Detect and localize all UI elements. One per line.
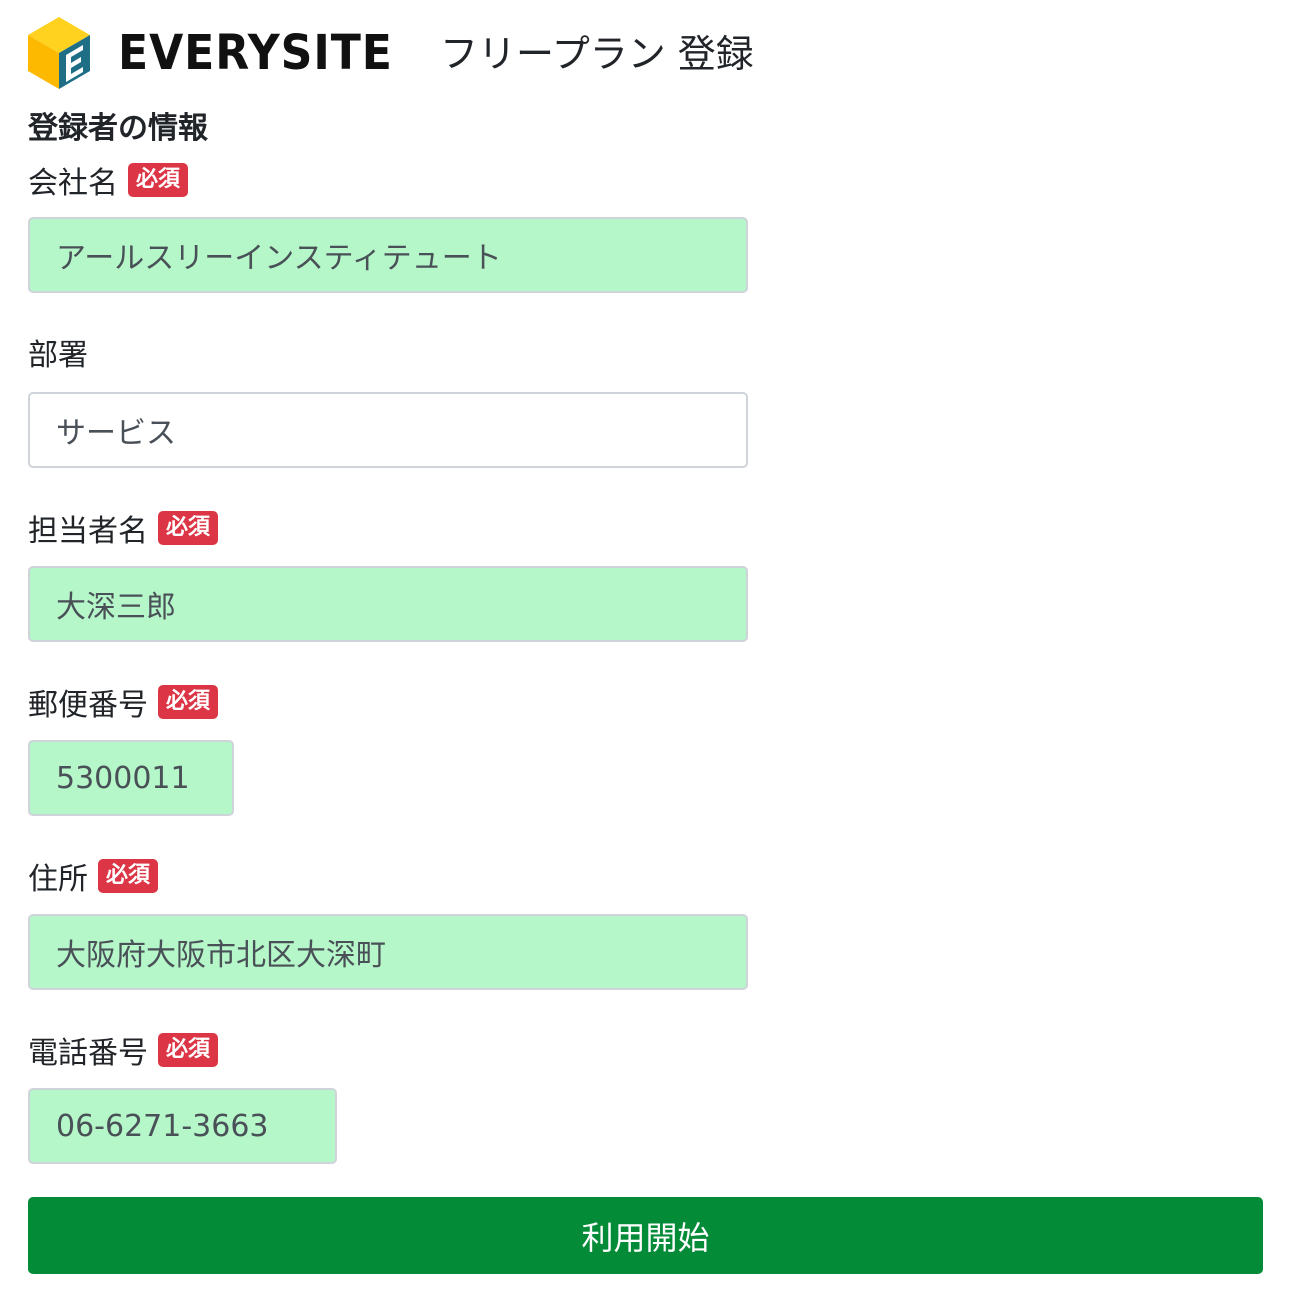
required-badge: 必須: [158, 511, 219, 545]
phone-number-label-text: 電話番号: [28, 1036, 148, 1071]
postal-code-input[interactable]: [28, 740, 234, 816]
start-using-button[interactable]: 利用開始: [28, 1197, 1263, 1274]
section-title: 登録者の情報: [28, 111, 208, 146]
required-badge: 必須: [128, 163, 189, 197]
department-input[interactable]: [28, 392, 748, 468]
company-name-label: 会社名 必須: [28, 160, 189, 201]
company-name-input[interactable]: [28, 217, 748, 293]
phone-number-label: 電話番号 必須: [28, 1030, 219, 1071]
department-label: 部署: [28, 332, 88, 373]
header: EVERYSITE: [28, 17, 417, 89]
postal-code-label-text: 郵便番号: [28, 688, 148, 723]
page-title: フリープラン 登録: [440, 32, 754, 76]
address-input[interactable]: [28, 914, 748, 990]
contact-name-input[interactable]: [28, 566, 748, 642]
contact-name-label: 担当者名 必須: [28, 508, 219, 549]
everysite-logo-text: EVERYSITE: [118, 25, 393, 81]
required-badge: 必須: [158, 685, 219, 719]
department-label-text: 部署: [28, 338, 88, 373]
required-badge: 必須: [158, 1033, 219, 1067]
everysite-logo-icon: [28, 17, 90, 89]
postal-code-label: 郵便番号 必須: [28, 682, 219, 723]
address-label-text: 住所: [28, 862, 88, 897]
required-badge: 必須: [98, 859, 159, 893]
company-name-label-text: 会社名: [28, 166, 118, 201]
address-label: 住所 必須: [28, 856, 159, 897]
phone-number-input[interactable]: [28, 1088, 337, 1164]
contact-name-label-text: 担当者名: [28, 514, 148, 549]
